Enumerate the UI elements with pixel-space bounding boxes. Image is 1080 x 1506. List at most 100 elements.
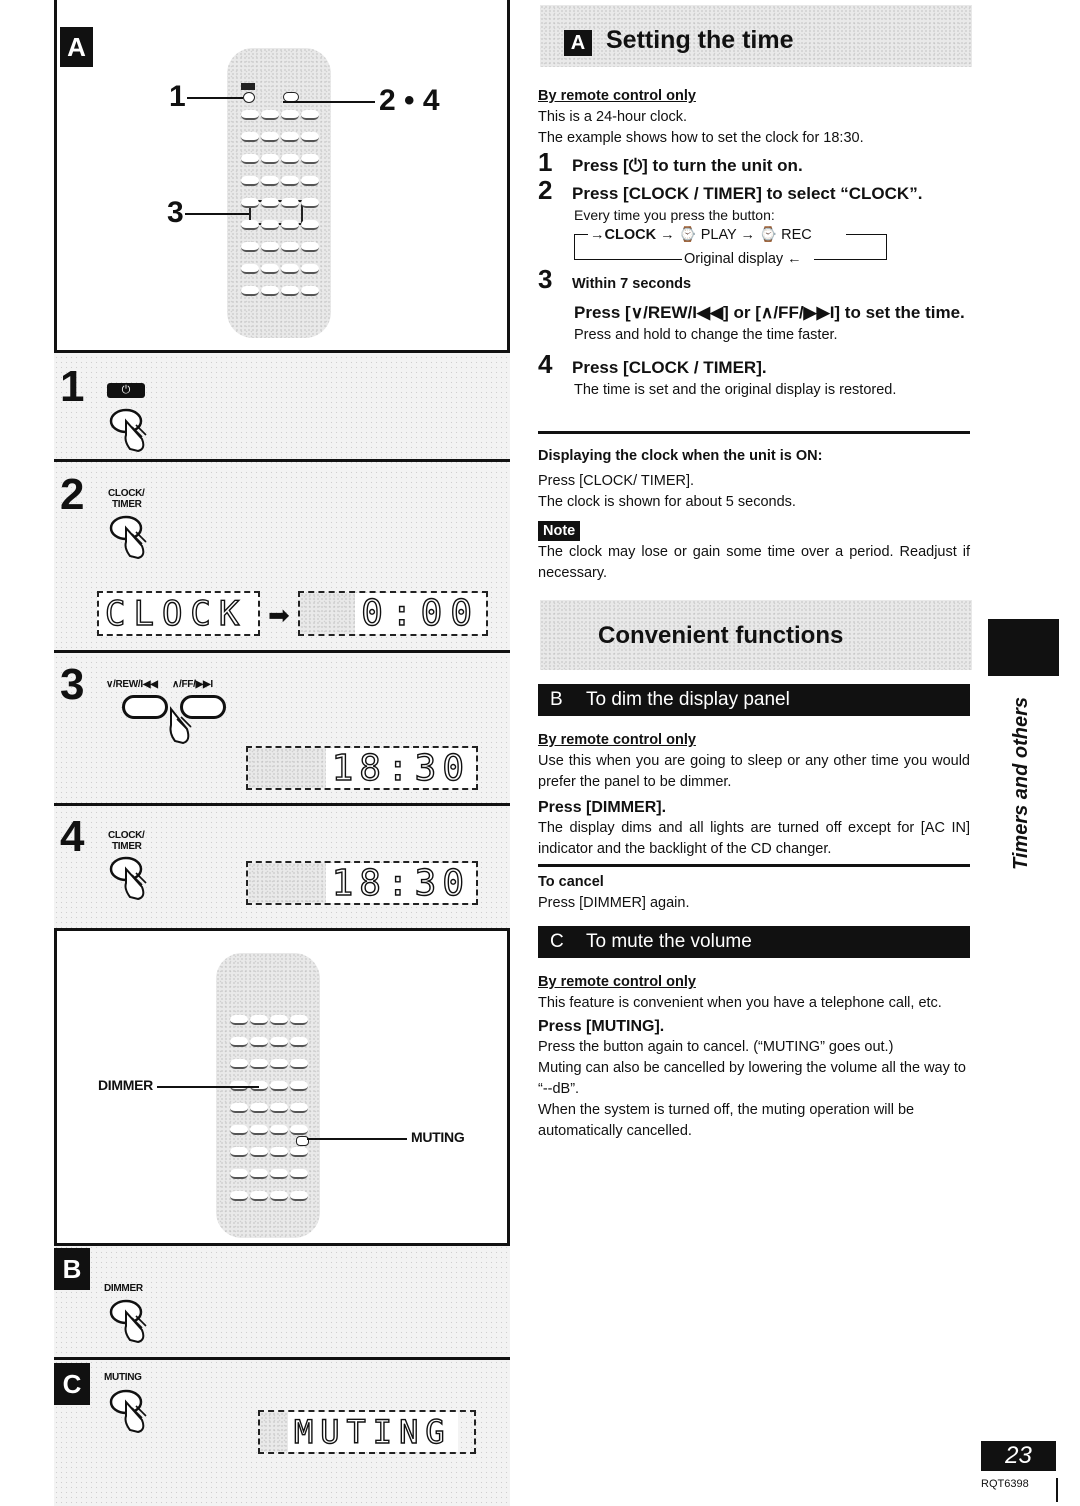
pressing-hand-icon (169, 706, 192, 745)
pressing-hand-icon (109, 1389, 147, 1434)
display-clock-on-block: Displaying the clock when the unit is ON… (538, 446, 970, 584)
remote-key (290, 1015, 308, 1025)
section-b-desc: The display dims and all lights are turn… (538, 820, 970, 857)
remote-key (261, 220, 279, 230)
dimmer-button-label: DIMMER (104, 1283, 143, 1294)
leader-line-3 (185, 213, 249, 215)
remote-key (281, 264, 299, 274)
remote-key (301, 220, 319, 230)
remote-key (230, 1191, 248, 1201)
remote-key (241, 176, 259, 186)
pressing-hand-icon (109, 408, 147, 453)
remote-key (290, 1191, 308, 1201)
remote-key (261, 132, 279, 142)
muting-callout: MUTING (411, 1129, 465, 1145)
step-2-number: 2 (60, 470, 85, 519)
power-button-icon: ⏻ (107, 383, 145, 398)
remote-key (270, 1169, 288, 1179)
section-a-step-4: 4 Press [CLOCK / TIMER]. (538, 349, 767, 379)
remote-key (241, 286, 259, 296)
clock-timer-label: CLOCK/TIMER (108, 830, 145, 852)
section-divider (538, 864, 970, 867)
page-number: 23 (1005, 1442, 1032, 1469)
remote-key (250, 1059, 268, 1069)
section-c-body: By remote control only This feature is c… (538, 972, 970, 1142)
panel-a-letter: A (60, 27, 93, 67)
section-b-title: To dim the display panel (586, 689, 790, 710)
step-divider (54, 803, 510, 806)
ff-button-label: ∧/FF/▶▶I (172, 679, 213, 690)
dimmer-callout: DIMMER (98, 1077, 153, 1093)
note-text: The clock may lose or gain some time ove… (538, 544, 970, 581)
lcd-display-zero-time: 0:00 (298, 591, 488, 636)
remote-key (281, 176, 299, 186)
section-a-body: By remote control only This is a 24-hour… (538, 86, 970, 401)
muting-button-label: MUTING (104, 1372, 142, 1383)
remote-key (281, 154, 299, 164)
cancel-heading: To cancel (538, 874, 604, 890)
callout-2-4: 2 • 4 (379, 84, 440, 117)
remote-key (290, 1147, 308, 1157)
callout-3: 3 (167, 196, 184, 229)
section-a-intro-2: The example shows how to set the clock f… (538, 130, 864, 146)
cancel-text: Press [DIMMER] again. (538, 895, 690, 911)
section-b-subhead: By remote control only (538, 732, 696, 748)
remote-key (261, 176, 279, 186)
section-b-letter: B (54, 1248, 90, 1290)
remote-key (270, 1081, 288, 1091)
section-a-step-1: 1 Press [⏻] to turn the unit on. (538, 147, 803, 177)
section-c-desc-2: Muting can also be cancelled by lowering… (538, 1060, 966, 1097)
section-a-step-3: 3 Within 7 seconds (538, 264, 692, 294)
remote-key (250, 1169, 268, 1179)
side-tab-block (988, 619, 1059, 676)
clock-cycle-diagram: →CLOCK → ⌚ PLAY → ⌚ REC Original display… (574, 225, 888, 267)
remote-control-image (216, 953, 320, 1238)
lcd-display-clock: CLOCK (97, 591, 260, 636)
remote-key (241, 242, 259, 252)
section-b-press: Press [DIMMER]. (538, 799, 667, 816)
remote-key (290, 1059, 308, 1069)
display-on-text-2: The clock is shown for about 5 seconds. (538, 494, 796, 510)
section-b-header: B To dim the display panel (538, 684, 970, 716)
note-badge: Note (538, 521, 581, 541)
remote-key (241, 154, 259, 164)
display-on-heading: Displaying the clock when the unit is ON… (538, 448, 823, 464)
section-c-press: Press [MUTING]. (538, 1018, 665, 1035)
cycle-original-display: Original display (684, 251, 784, 267)
lcd-display-time-set: 18:30 (246, 861, 478, 905)
leader-line-dimmer (157, 1086, 259, 1088)
remote-key (250, 1103, 268, 1113)
section-c-letter: C (54, 1363, 90, 1405)
remote-key (270, 1037, 288, 1047)
remote-key (301, 176, 319, 186)
remote-key (270, 1125, 288, 1135)
remote-control-image (227, 48, 331, 338)
remote-key (230, 1103, 248, 1113)
side-tab-label: Timers and others (1010, 696, 1032, 870)
section-a-subhead: By remote control only (538, 88, 696, 104)
remote-key (281, 198, 299, 208)
remote-key (241, 110, 259, 120)
section-a-step-3-text: Press [∨/REW/I◀◀] or [∧/FF/▶▶I] to set t… (574, 303, 965, 322)
remote-key (250, 1015, 268, 1025)
remote-key (230, 1169, 248, 1179)
power-button-label (241, 83, 255, 90)
remote-key (281, 132, 299, 142)
section-a-heading-letter: A (564, 30, 592, 56)
section-c-desc-3: When the system is turned off, the mutin… (538, 1102, 915, 1139)
remote-power-button (243, 92, 255, 103)
section-a-step-4-note: The time is set and the original display… (574, 382, 897, 398)
remote-key (290, 1169, 308, 1179)
doc-code: RQT6398 (981, 1478, 1029, 1490)
callout-1: 1 (169, 80, 186, 113)
remote-key (241, 220, 259, 230)
remote-key (241, 132, 259, 142)
section-b-cancel: To cancel Press [DIMMER] again. (538, 872, 970, 914)
remote-key (301, 110, 319, 120)
section-a-step-2-note: Every time you press the button: (574, 207, 775, 223)
remote-key (281, 220, 299, 230)
rew-button-label: ∨/REW/I◀◀ (106, 679, 158, 690)
panel-bc-remote-figure: DIMMER MUTING (54, 928, 510, 1246)
leader-line-muting (307, 1138, 407, 1140)
remote-key (250, 1037, 268, 1047)
